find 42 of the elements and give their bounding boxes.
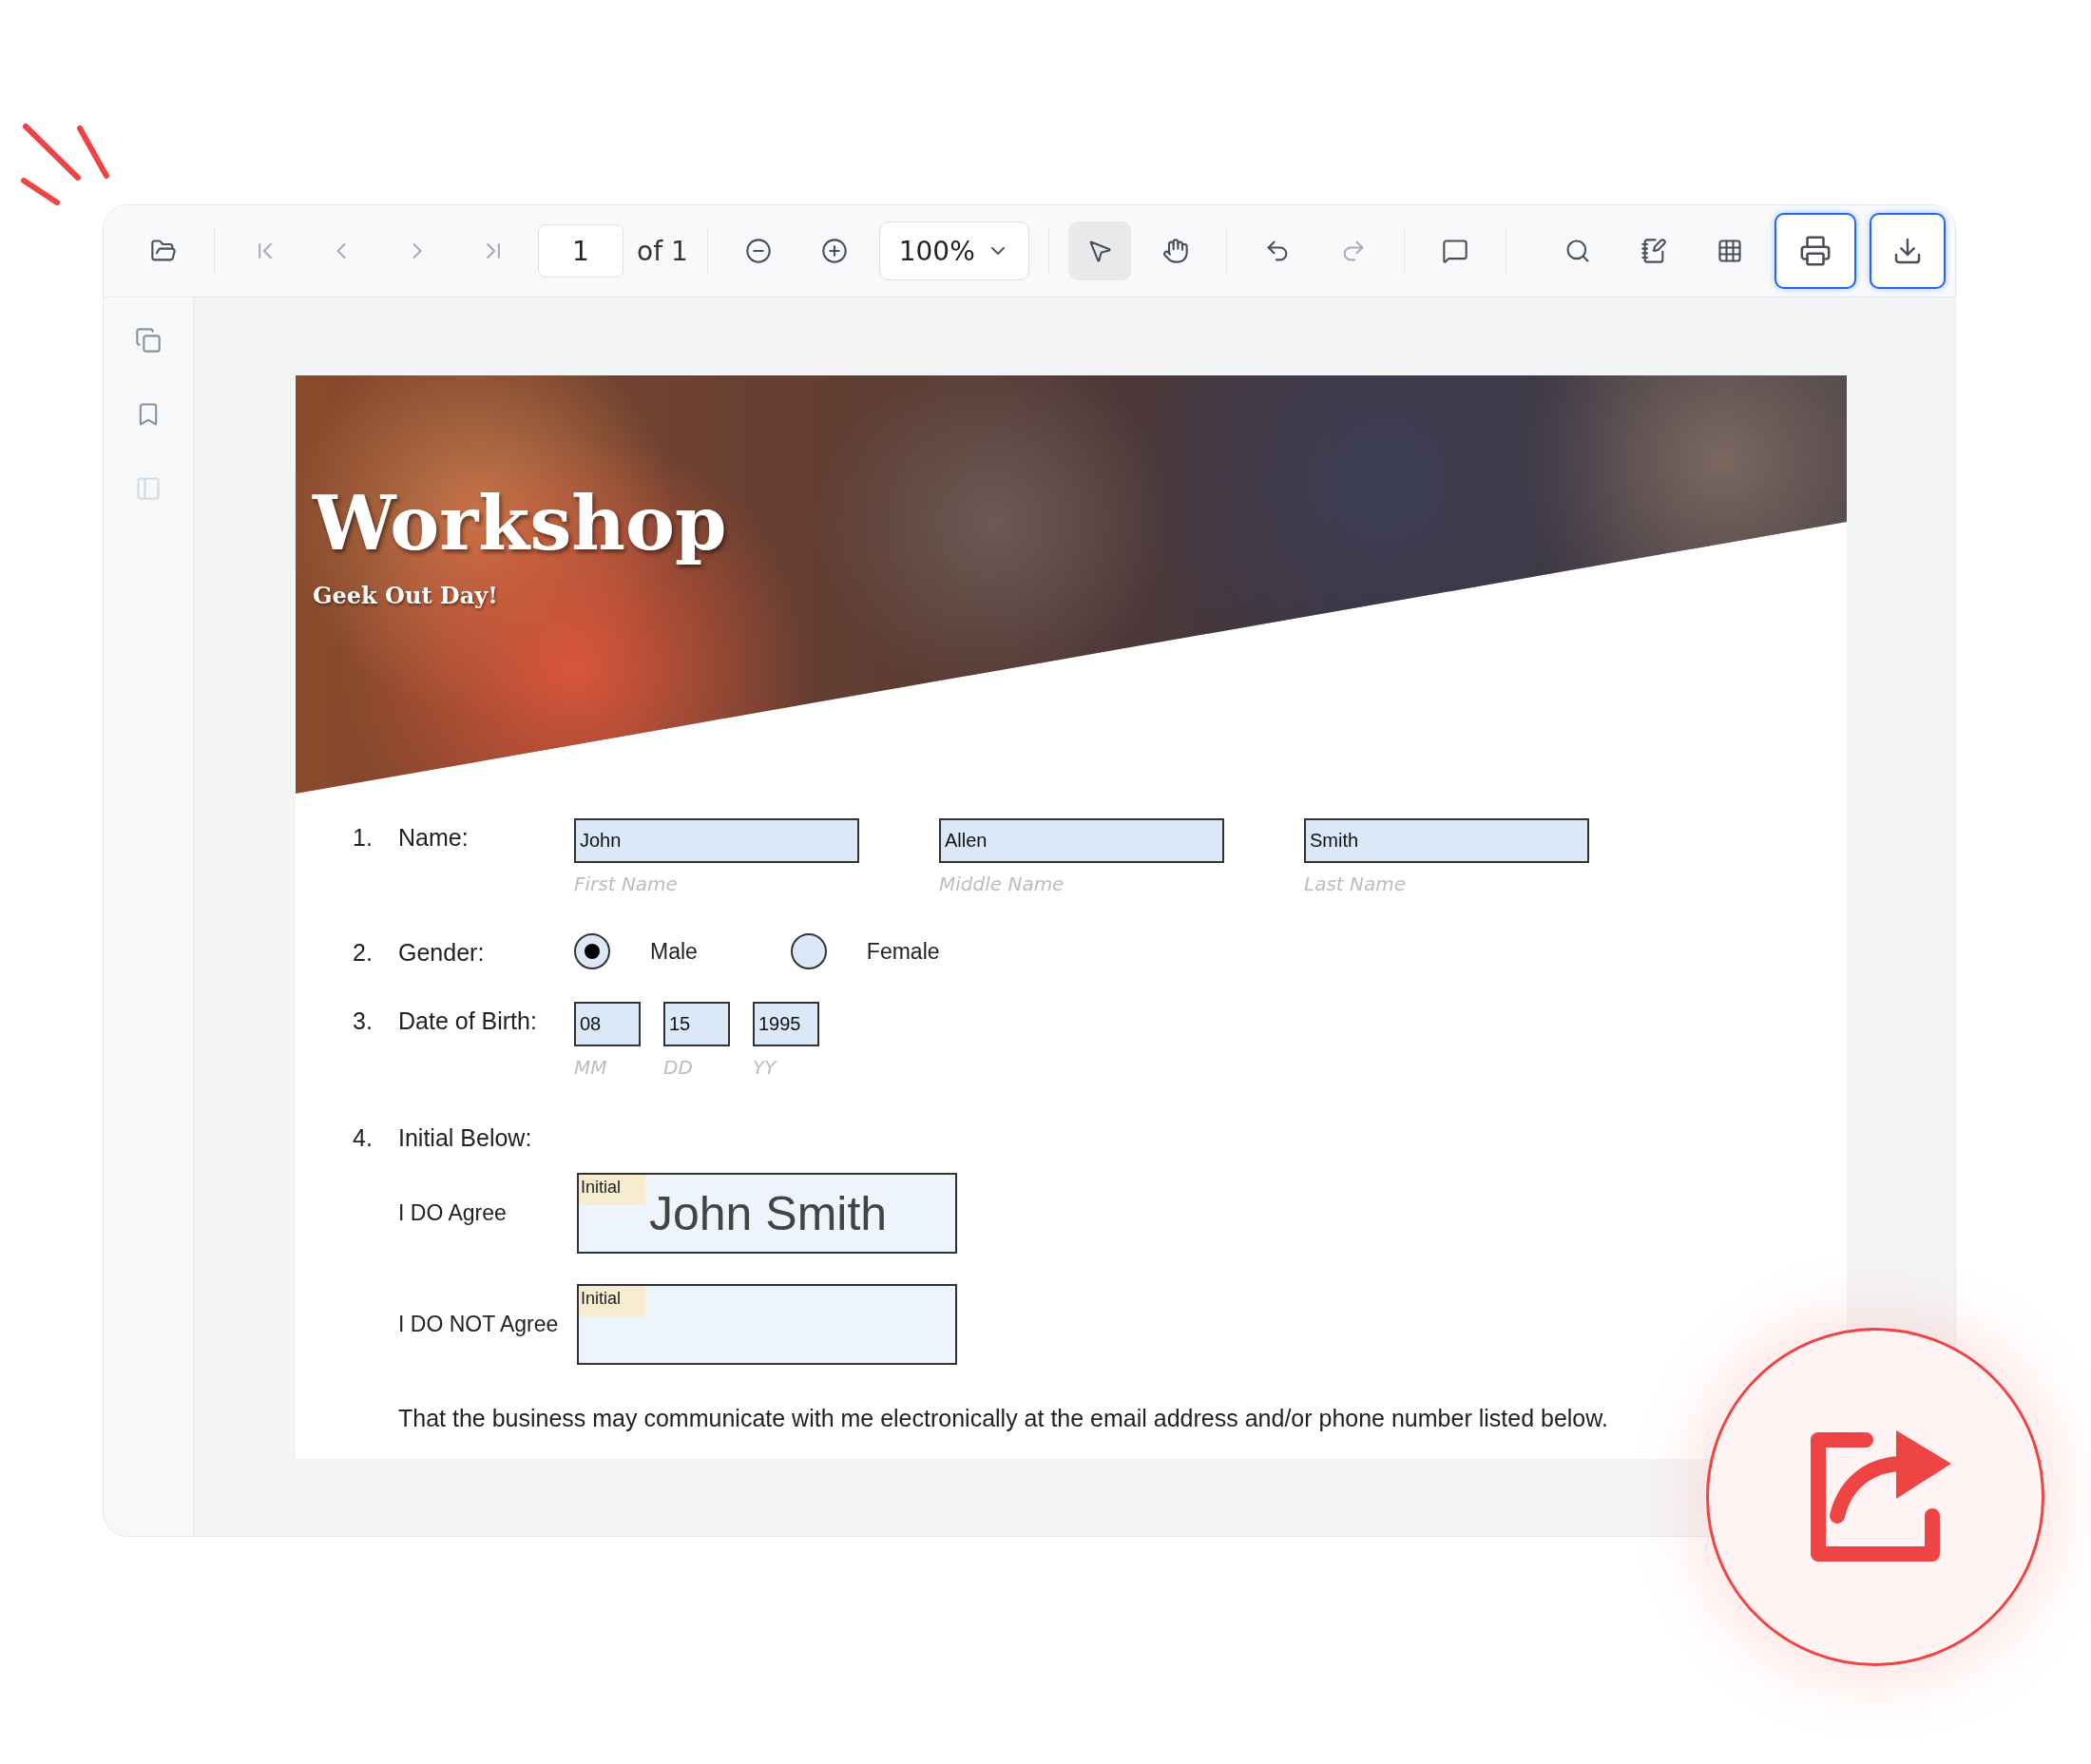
field-tag: Initial xyxy=(579,1175,646,1205)
field-caption: YY xyxy=(753,1056,777,1079)
download-icon xyxy=(1892,236,1923,266)
question-label: Name: xyxy=(398,823,470,852)
question-number: 4. xyxy=(353,1124,374,1152)
banner-title: Workshop xyxy=(313,480,727,566)
initial-label: I DO Agree xyxy=(398,1200,508,1226)
printer-icon xyxy=(1799,235,1832,267)
initial-field[interactable]: Initial John Smith xyxy=(577,1173,957,1254)
zoom-select[interactable]: 100% xyxy=(878,221,1029,280)
radio-button[interactable] xyxy=(790,933,827,969)
question-label: Initial Below: xyxy=(398,1124,532,1152)
question-number: 3. xyxy=(353,1007,374,1035)
input-field[interactable]: John xyxy=(574,818,859,863)
radio-label: Female xyxy=(866,938,940,965)
field-caption: First Name xyxy=(574,872,678,895)
input-field[interactable]: 08 xyxy=(574,1002,641,1046)
field-caption: Last Name xyxy=(1304,872,1407,895)
banner-subtitle: Geek Out Day! xyxy=(313,582,498,609)
field-caption: Middle Name xyxy=(939,872,1065,895)
page-input[interactable]: 1 xyxy=(538,224,623,278)
question-number: 1. xyxy=(353,823,374,852)
initial-field[interactable]: Initial xyxy=(577,1284,957,1365)
input-field[interactable]: Smith xyxy=(1304,818,1589,863)
page-total: of 1 xyxy=(637,235,688,267)
radio-button[interactable] xyxy=(574,933,610,969)
field-tag: Initial xyxy=(579,1286,646,1316)
question-label: Date of Birth: xyxy=(398,1007,538,1035)
signature-text: John Smith xyxy=(649,1185,888,1241)
input-field[interactable]: 15 xyxy=(663,1002,730,1046)
question-number: 2. xyxy=(353,938,374,967)
pointer-icon[interactable] xyxy=(1067,221,1131,280)
field-caption: DD xyxy=(663,1056,693,1079)
input-field[interactable]: Allen xyxy=(939,818,1224,863)
print-button[interactable] xyxy=(1774,213,1856,289)
consent-text: That the business may communicate with me electronically at the email address and/or phone number listed below. xyxy=(398,1405,1608,1432)
initial-label: I DO NOT Agree xyxy=(398,1312,560,1337)
download-button[interactable] xyxy=(1870,213,1946,289)
input-field[interactable]: 1995 xyxy=(753,1002,819,1046)
field-caption: MM xyxy=(574,1056,607,1079)
question-label: Gender: xyxy=(398,938,486,967)
radio-label: Male xyxy=(650,938,698,965)
